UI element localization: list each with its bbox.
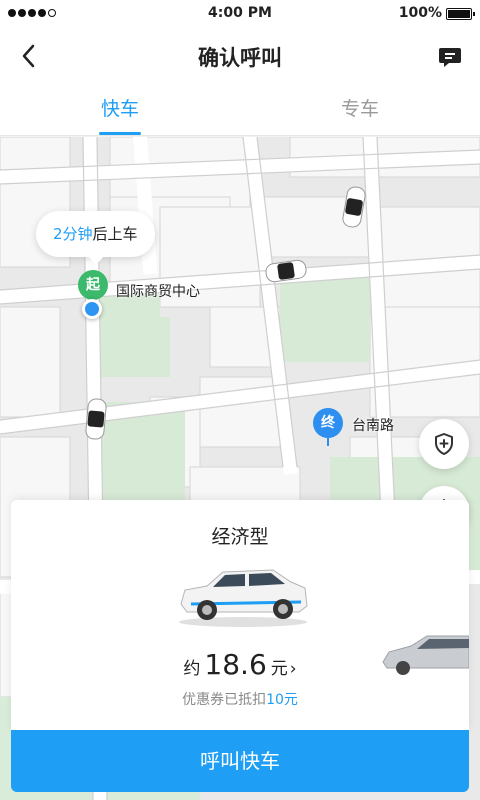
tab-express[interactable]: 快车 (0, 84, 240, 136)
car-type-label: 经济型 (211, 526, 269, 548)
chevron-right-icon: › (289, 659, 297, 679)
coupon-amount: 10元 (266, 692, 298, 708)
call-car-button[interactable]: 呼叫快车 (11, 730, 469, 792)
battery-percent: 100% (398, 5, 442, 21)
service-tabs: 快车 专车 (0, 84, 480, 136)
price-amount: 18.6 (204, 648, 267, 681)
eta-minutes: 2分钟 (53, 225, 93, 243)
end-marker: 终 (313, 408, 343, 446)
battery-icon (446, 8, 475, 20)
end-location-name: 台南路 (352, 418, 394, 434)
fare-estimate[interactable]: 约 18.6 元 › (11, 648, 469, 681)
price-unit: 元 (270, 659, 288, 679)
start-location-name: 国际商贸中心 (116, 284, 200, 300)
nav-bar: 确认呼叫 (0, 28, 480, 84)
coupon-info: 优惠券已抵扣10元 (11, 689, 469, 709)
eta-suffix: 后上车 (92, 225, 138, 243)
current-location-dot (82, 299, 102, 319)
page-title: 确认呼叫 (198, 46, 282, 70)
tab-indicator (99, 132, 141, 135)
shield-icon (435, 433, 453, 455)
nearby-car (85, 398, 107, 440)
status-bar: 4:00 PM 100% (0, 0, 480, 28)
fare-card[interactable]: 经济型 约 18.6 元 › 优惠券已抵扣10元 (11, 500, 469, 730)
coupon-text: 优惠券已抵扣 (182, 692, 267, 708)
message-icon[interactable] (436, 42, 464, 70)
start-marker: 起 (78, 270, 108, 308)
car-image (179, 569, 308, 627)
price-prefix: 约 (183, 659, 201, 679)
tab-premium[interactable]: 专车 (240, 84, 480, 136)
pickup-eta-bubble: 2分钟后上车 (36, 211, 155, 265)
safety-button[interactable] (419, 419, 469, 469)
